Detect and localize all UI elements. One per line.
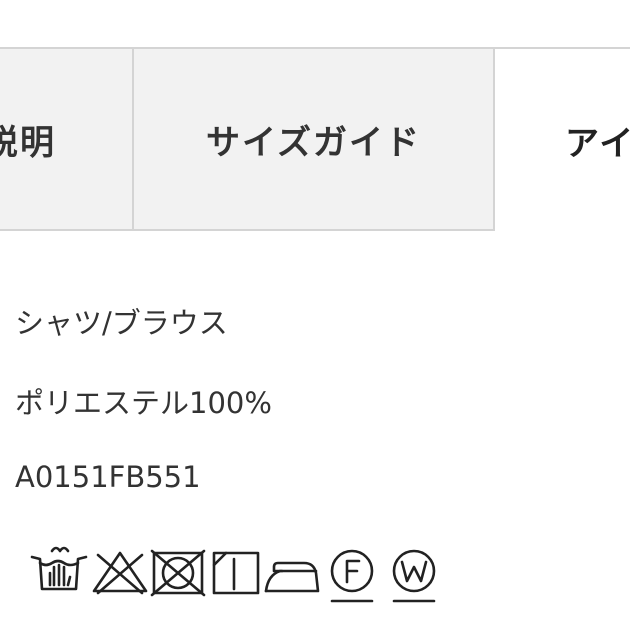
tab-size-guide[interactable]: サイズガイド (134, 49, 495, 231)
product-material: ポリエステル100% (15, 386, 272, 420)
tab-size-guide-label: サイズガイド (206, 122, 421, 163)
care-symbols (30, 545, 450, 607)
tab-item-icons-label: アイ (565, 123, 630, 164)
tab-description[interactable]: 説明 (0, 49, 134, 231)
product-code: A0151FB551 (15, 460, 201, 494)
dry-clean-f-icon (330, 549, 374, 603)
hand-wash-icon (30, 546, 88, 591)
drip-dry-icon (212, 551, 260, 595)
do-not-bleach-icon (92, 551, 148, 595)
tab-item-icons[interactable]: アイ (495, 49, 630, 231)
tab-bar: 説明 サイズガイド アイ (0, 47, 630, 231)
product-category: シャツ/ブラウス (15, 306, 228, 340)
wet-clean-w-icon (392, 549, 436, 603)
do-not-tumble-dry-icon (150, 549, 206, 597)
tab-description-label: 説明 (0, 122, 56, 163)
product-info-page: 説明 サイズガイド アイ シャツ/ブラウス ポリエステル100% A0151FB… (0, 0, 630, 630)
iron-low-icon (264, 561, 320, 593)
